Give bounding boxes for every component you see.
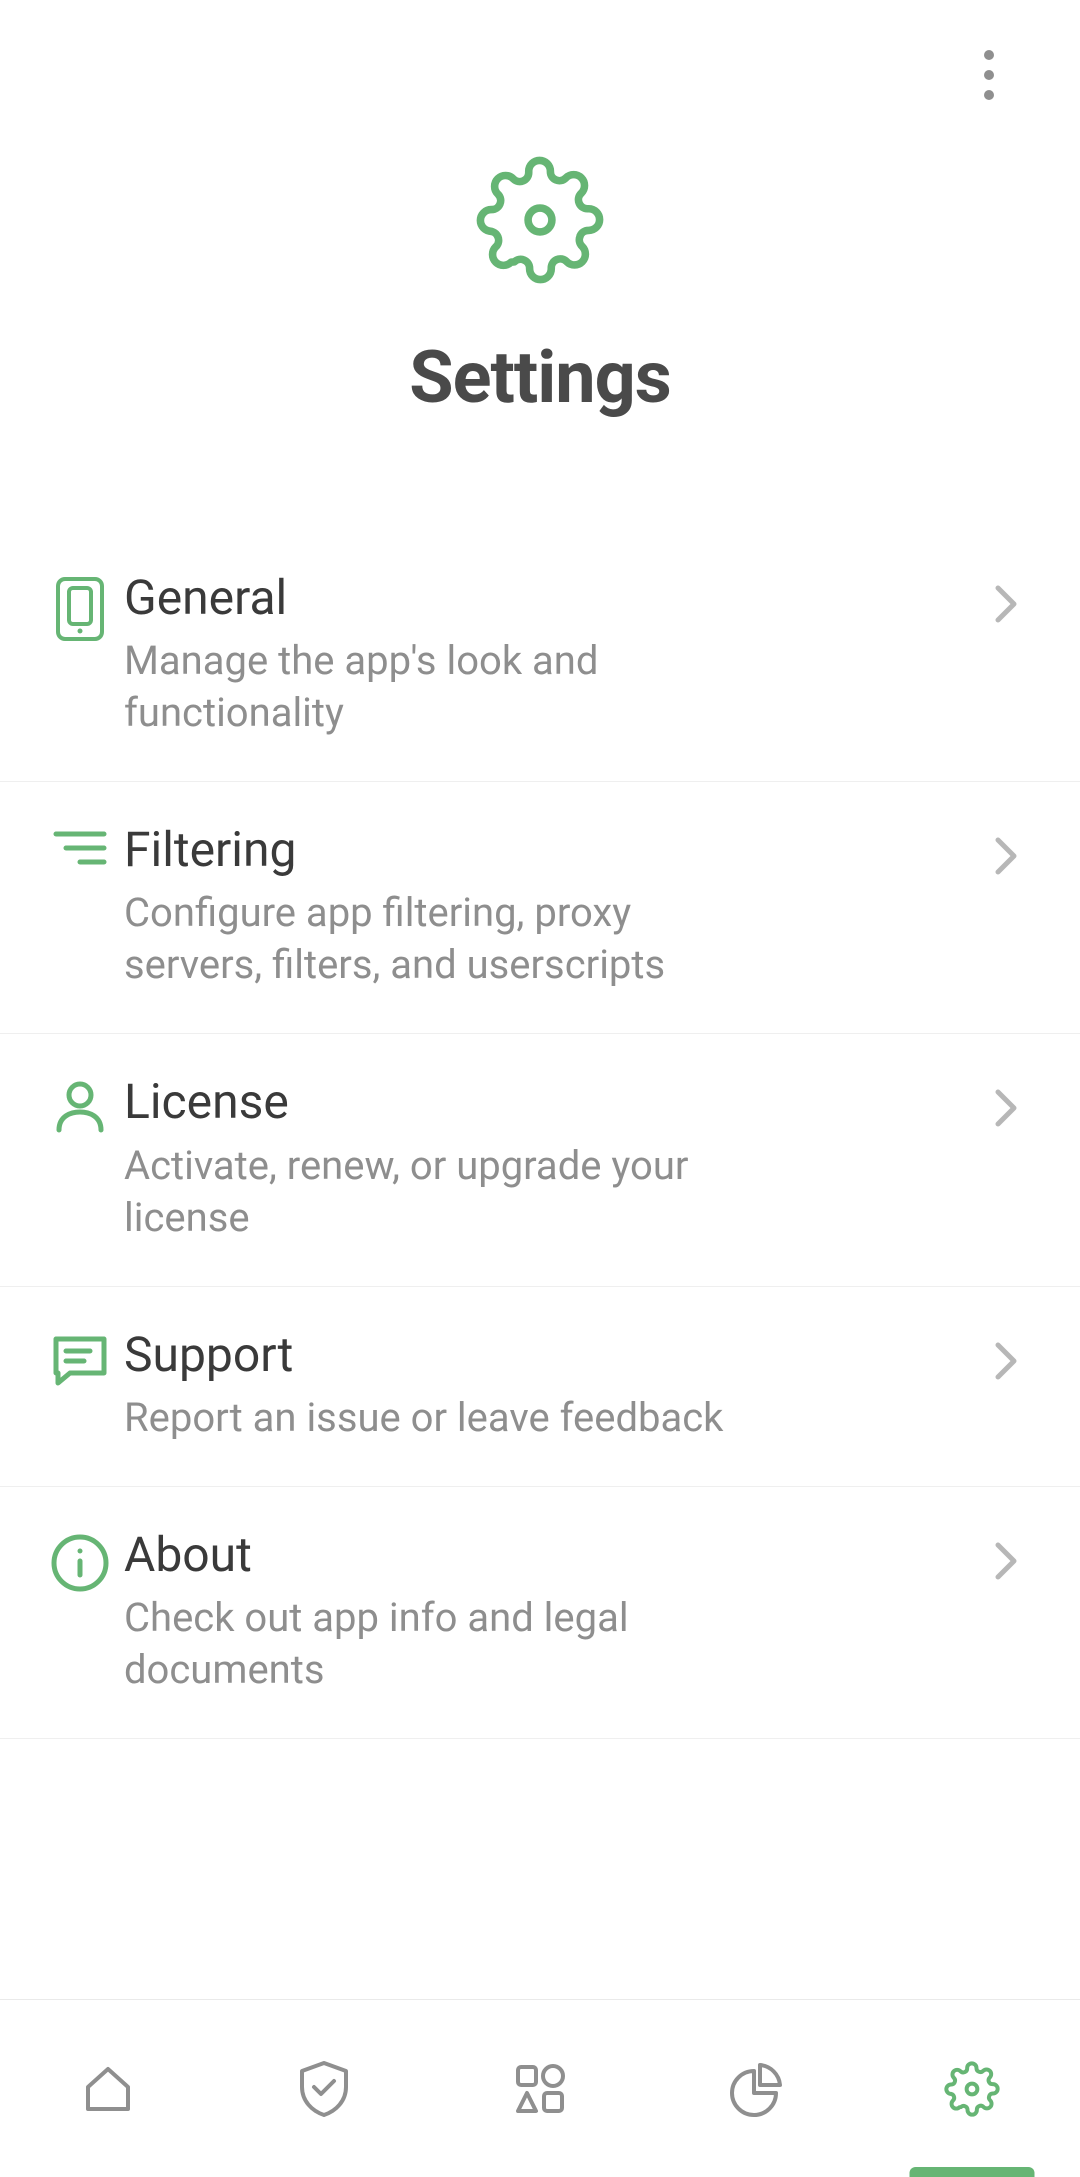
nav-home[interactable] bbox=[0, 2000, 216, 2177]
nav-settings[interactable] bbox=[864, 2000, 1080, 2177]
nav-apps[interactable] bbox=[432, 2000, 648, 2177]
chat-icon bbox=[40, 1327, 120, 1387]
page-header: Settings bbox=[0, 150, 1080, 530]
top-bar bbox=[0, 0, 1080, 150]
gear-icon bbox=[470, 150, 610, 290]
filter-icon bbox=[40, 822, 120, 868]
home-icon bbox=[80, 2061, 136, 2117]
item-title: License bbox=[124, 1074, 972, 1129]
settings-item-about[interactable]: About Check out app info and legal docum… bbox=[0, 1487, 1080, 1739]
pie-chart-icon bbox=[728, 2061, 784, 2117]
shield-icon bbox=[296, 2059, 352, 2119]
chevron-right-icon bbox=[992, 570, 1032, 626]
nav-protection[interactable] bbox=[216, 2000, 432, 2177]
more-button[interactable] bbox=[953, 39, 1025, 111]
more-vertical-icon bbox=[983, 49, 995, 101]
settings-item-filtering[interactable]: Filtering Configure app filtering, proxy… bbox=[0, 782, 1080, 1034]
item-subtitle: Check out app info and legal documents bbox=[124, 1592, 764, 1696]
settings-list: General Manage the app's look and functi… bbox=[0, 530, 1080, 1999]
settings-item-license[interactable]: License Activate, renew, or upgrade your… bbox=[0, 1034, 1080, 1286]
item-title: About bbox=[124, 1527, 972, 1582]
shapes-icon bbox=[512, 2061, 568, 2117]
item-title: General bbox=[124, 570, 972, 625]
user-icon bbox=[40, 1074, 120, 1134]
item-subtitle: Activate, renew, or upgrade your license bbox=[124, 1140, 764, 1244]
chevron-right-icon bbox=[992, 1527, 1032, 1583]
chevron-right-icon bbox=[992, 822, 1032, 878]
gear-icon bbox=[944, 2061, 1000, 2117]
chevron-right-icon bbox=[992, 1327, 1032, 1383]
page-title: Settings bbox=[409, 335, 670, 420]
item-subtitle: Configure app filtering, proxy servers, … bbox=[124, 887, 764, 991]
settings-item-support[interactable]: Support Report an issue or leave feedbac… bbox=[0, 1287, 1080, 1487]
item-subtitle: Manage the app's look and functionality bbox=[124, 635, 764, 739]
nav-stats[interactable] bbox=[648, 2000, 864, 2177]
chevron-right-icon bbox=[992, 1074, 1032, 1130]
item-title: Support bbox=[124, 1327, 972, 1382]
phone-icon bbox=[40, 570, 120, 642]
item-title: Filtering bbox=[124, 822, 972, 877]
info-icon bbox=[40, 1527, 120, 1593]
bottom-nav bbox=[0, 1999, 1080, 2177]
item-subtitle: Report an issue or leave feedback bbox=[124, 1392, 764, 1444]
settings-screen: Settings General Manage the app's look a… bbox=[0, 0, 1080, 2177]
settings-item-general[interactable]: General Manage the app's look and functi… bbox=[0, 530, 1080, 782]
